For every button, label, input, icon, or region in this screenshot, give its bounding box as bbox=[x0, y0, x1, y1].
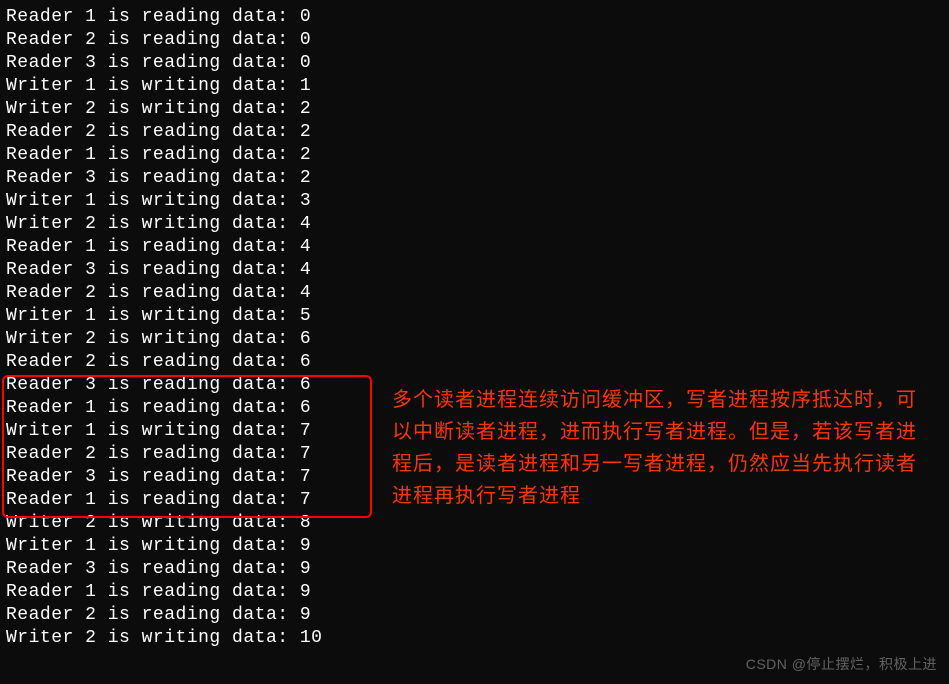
terminal-line: Reader 1 is reading data: 4 bbox=[6, 236, 949, 259]
terminal-line: Writer 1 is writing data: 5 bbox=[6, 305, 949, 328]
terminal-line: Writer 2 is writing data: 4 bbox=[6, 213, 949, 236]
terminal-line: Writer 1 is writing data: 1 bbox=[6, 75, 949, 98]
terminal-line: Reader 2 is reading data: 0 bbox=[6, 29, 949, 52]
terminal-line: Reader 1 is reading data: 9 bbox=[6, 581, 949, 604]
terminal-output: Reader 1 is reading data: 0 Reader 2 is … bbox=[0, 6, 949, 650]
terminal-line: Reader 2 is reading data: 2 bbox=[6, 121, 949, 144]
terminal-line: Writer 2 is writing data: 8 bbox=[6, 512, 949, 535]
terminal-line: Writer 2 is writing data: 10 bbox=[6, 627, 949, 650]
terminal-line: Reader 3 is reading data: 9 bbox=[6, 558, 949, 581]
terminal-line: Reader 2 is reading data: 4 bbox=[6, 282, 949, 305]
terminal-line: Reader 2 is reading data: 9 bbox=[6, 604, 949, 627]
terminal-line: Reader 1 is reading data: 0 bbox=[6, 6, 949, 29]
watermark-text: CSDN @停止摆烂，积极上进 bbox=[746, 654, 937, 674]
annotation-text: 多个读者进程连续访问缓冲区，写者进程按序抵达时，可以中断读者进程，进而执行写者进… bbox=[392, 384, 932, 512]
terminal-line: Reader 3 is reading data: 0 bbox=[6, 52, 949, 75]
terminal-line: Reader 1 is reading data: 2 bbox=[6, 144, 949, 167]
terminal-line: Writer 2 is writing data: 6 bbox=[6, 328, 949, 351]
terminal-line: Writer 1 is writing data: 3 bbox=[6, 190, 949, 213]
terminal-line: Reader 3 is reading data: 2 bbox=[6, 167, 949, 190]
terminal-line: Writer 2 is writing data: 2 bbox=[6, 98, 949, 121]
terminal-line: Writer 1 is writing data: 9 bbox=[6, 535, 949, 558]
terminal-line: Reader 3 is reading data: 4 bbox=[6, 259, 949, 282]
terminal-line: Reader 2 is reading data: 6 bbox=[6, 351, 949, 374]
